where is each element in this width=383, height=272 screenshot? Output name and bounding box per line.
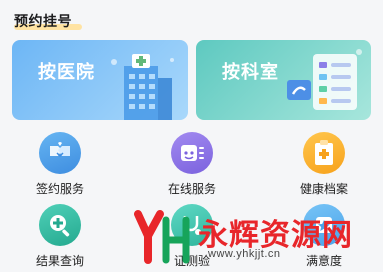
by-hospital-card[interactable]: 按医院	[12, 40, 188, 120]
by-department-label: 按科室	[222, 62, 279, 82]
online-service-label: 在线服务	[167, 182, 216, 196]
result-query-label: 结果查询	[35, 254, 84, 268]
satisfaction-label: 满意度	[305, 254, 342, 268]
by-hospital-label: 按医院	[38, 62, 95, 82]
by-department-card[interactable]: 按科室	[196, 40, 371, 120]
medical-record-icon	[303, 132, 345, 174]
section-header: 预约挂号	[14, 8, 82, 34]
certificate-test-item[interactable]: 证测验	[144, 204, 240, 269]
rating-icon	[303, 204, 345, 246]
result-query-item[interactable]: 结果查询	[12, 204, 108, 269]
certificate-test-label: 证测验	[173, 254, 210, 268]
search-plus-icon	[39, 204, 81, 246]
hospital-building-icon	[111, 54, 174, 120]
signing-service-label: 签约服务	[35, 182, 84, 196]
health-record-item[interactable]: 健康档案	[276, 132, 372, 197]
department-panel-icon	[287, 49, 362, 110]
stethoscope-icon	[171, 204, 213, 246]
satisfaction-item[interactable]: 满意度	[276, 204, 372, 269]
online-service-item[interactable]: 在线服务	[144, 132, 240, 197]
signing-service-item[interactable]: 签约服务	[12, 132, 108, 197]
health-record-label: 健康档案	[299, 182, 348, 196]
chat-service-icon	[171, 132, 213, 174]
section-title: 预约挂号	[14, 13, 72, 29]
handshake-icon	[39, 132, 81, 174]
